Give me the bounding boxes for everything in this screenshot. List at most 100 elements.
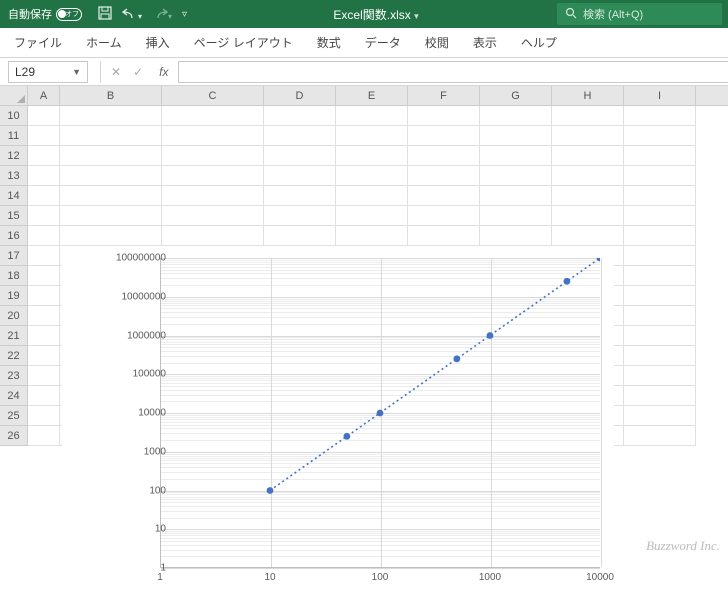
cell[interactable] <box>624 386 696 406</box>
cell[interactable] <box>336 106 408 126</box>
cell[interactable] <box>624 246 696 266</box>
row-header[interactable]: 19 <box>0 286 28 306</box>
search-box[interactable]: 検索 (Alt+Q) <box>557 3 722 25</box>
autosave-toggle[interactable]: 自動保存 オフ <box>0 6 90 22</box>
cell[interactable] <box>624 126 696 146</box>
cell[interactable] <box>28 426 60 446</box>
chevron-down-icon[interactable]: ▼ <box>72 67 81 77</box>
cell[interactable] <box>552 146 624 166</box>
cell[interactable] <box>60 106 162 126</box>
cell[interactable] <box>28 366 60 386</box>
cell[interactable] <box>624 406 696 426</box>
cell[interactable] <box>480 226 552 246</box>
cell[interactable] <box>552 106 624 126</box>
cell[interactable] <box>624 346 696 366</box>
cell[interactable] <box>624 366 696 386</box>
cell[interactable] <box>480 186 552 206</box>
row-header[interactable]: 22 <box>0 346 28 366</box>
ribbon-tab[interactable]: ホーム <box>86 34 122 51</box>
cell[interactable] <box>162 166 264 186</box>
save-icon[interactable] <box>98 6 112 23</box>
cell[interactable] <box>162 186 264 206</box>
cell[interactable] <box>28 326 60 346</box>
column-header[interactable]: C <box>162 86 264 105</box>
select-all-triangle[interactable] <box>0 86 28 105</box>
cell[interactable] <box>408 206 480 226</box>
cell[interactable] <box>624 206 696 226</box>
cell[interactable] <box>552 166 624 186</box>
ribbon-tab[interactable]: ページ レイアウト <box>194 34 293 51</box>
cell[interactable] <box>408 106 480 126</box>
cell[interactable] <box>60 186 162 206</box>
column-header[interactable]: B <box>60 86 162 105</box>
cell[interactable] <box>28 186 60 206</box>
cell[interactable] <box>28 286 60 306</box>
cell[interactable] <box>336 186 408 206</box>
cell[interactable] <box>408 146 480 166</box>
cell[interactable] <box>480 146 552 166</box>
cell[interactable] <box>28 126 60 146</box>
column-header[interactable]: H <box>552 86 624 105</box>
cell[interactable] <box>28 306 60 326</box>
cell[interactable] <box>60 206 162 226</box>
cell[interactable] <box>336 146 408 166</box>
cell[interactable] <box>552 226 624 246</box>
cell[interactable] <box>624 106 696 126</box>
fx-icon[interactable]: fx <box>155 65 172 79</box>
cell[interactable] <box>264 206 336 226</box>
cell[interactable] <box>552 126 624 146</box>
cell[interactable] <box>336 226 408 246</box>
cell[interactable] <box>624 426 696 446</box>
cell[interactable] <box>162 146 264 166</box>
cell[interactable] <box>480 106 552 126</box>
redo-icon[interactable]: ▾ <box>152 7 172 22</box>
cell[interactable] <box>624 266 696 286</box>
row-header[interactable]: 25 <box>0 406 28 426</box>
cell[interactable] <box>480 126 552 146</box>
cell[interactable] <box>28 266 60 286</box>
ribbon-tab[interactable]: 校閲 <box>425 34 449 51</box>
row-header[interactable]: 23 <box>0 366 28 386</box>
cell[interactable] <box>480 206 552 226</box>
cell[interactable] <box>624 226 696 246</box>
column-header[interactable]: G <box>480 86 552 105</box>
cell[interactable] <box>624 146 696 166</box>
cell[interactable] <box>60 146 162 166</box>
cell[interactable] <box>264 186 336 206</box>
row-header[interactable]: 20 <box>0 306 28 326</box>
cancel-icon[interactable]: ✕ <box>111 65 121 79</box>
dropdown-icon[interactable]: ▾ <box>414 11 419 21</box>
cell[interactable] <box>264 166 336 186</box>
row-header[interactable]: 10 <box>0 106 28 126</box>
cell[interactable] <box>408 126 480 146</box>
cell[interactable] <box>28 106 60 126</box>
cell[interactable] <box>552 186 624 206</box>
row-header[interactable]: 26 <box>0 426 28 446</box>
embedded-chart[interactable]: 1101001000100001000001000000100000001000… <box>62 246 614 594</box>
row-header[interactable]: 18 <box>0 266 28 286</box>
row-header[interactable]: 11 <box>0 126 28 146</box>
cell[interactable] <box>162 126 264 146</box>
name-box[interactable]: L29 ▼ <box>8 61 88 83</box>
cell[interactable] <box>264 106 336 126</box>
undo-icon[interactable]: ▾ <box>122 7 142 22</box>
column-header[interactable]: D <box>264 86 336 105</box>
cell[interactable] <box>162 106 264 126</box>
row-header[interactable]: 13 <box>0 166 28 186</box>
row-header[interactable]: 14 <box>0 186 28 206</box>
ribbon-tab[interactable]: 表示 <box>473 34 497 51</box>
cell[interactable] <box>408 186 480 206</box>
cell[interactable] <box>28 166 60 186</box>
cell[interactable] <box>60 226 162 246</box>
cell[interactable] <box>480 166 552 186</box>
cell[interactable] <box>28 406 60 426</box>
cell[interactable] <box>408 166 480 186</box>
cell[interactable] <box>624 186 696 206</box>
column-header[interactable]: F <box>408 86 480 105</box>
row-header[interactable]: 24 <box>0 386 28 406</box>
row-header[interactable]: 16 <box>0 226 28 246</box>
column-header[interactable]: I <box>624 86 696 105</box>
cell[interactable] <box>408 226 480 246</box>
formula-input[interactable] <box>178 61 728 83</box>
cell[interactable] <box>624 166 696 186</box>
